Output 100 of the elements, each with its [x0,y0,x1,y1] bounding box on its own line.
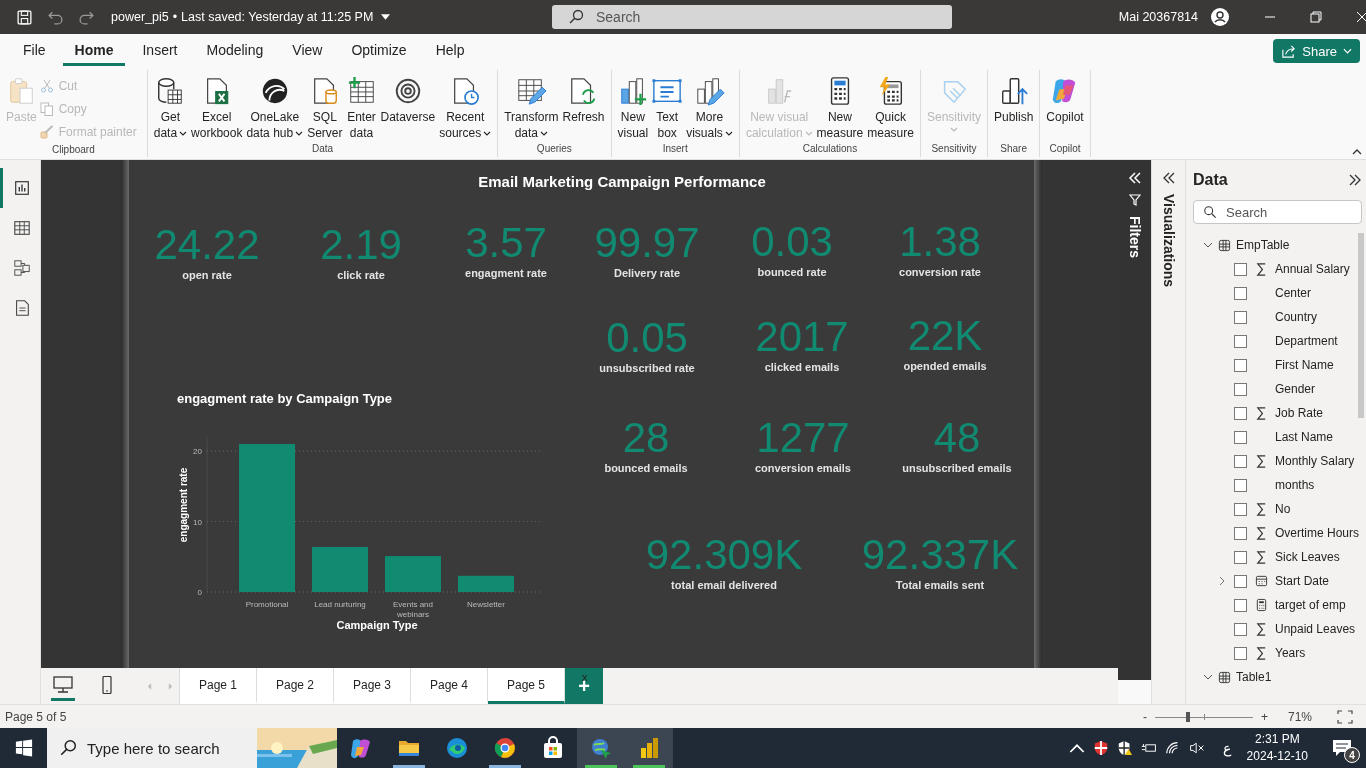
field-name[interactable]: months [1275,478,1315,492]
shield-icon[interactable] [1092,740,1109,756]
field-name[interactable]: Department [1275,334,1338,348]
checkbox[interactable] [1234,478,1247,492]
zoom-out-button[interactable]: - [1138,709,1151,724]
ribbon-button[interactable]: Refresh [560,70,607,144]
menu-tab[interactable]: View [280,36,335,66]
menu-tab[interactable]: Modeling [194,36,276,66]
kpi-value: 92.309K [644,533,804,577]
caret-icon[interactable] [381,14,391,20]
collapse-ribbon-icon[interactable] [1352,149,1362,155]
ribbon-button[interactable]: Quick measure [865,70,916,144]
kpi-value: 1277 [755,416,851,460]
page-tab[interactable]: Page 3 [334,668,411,704]
table-name[interactable]: EmpTable [1236,238,1290,252]
field-name[interactable]: Monthly Salary [1275,454,1355,468]
checkbox[interactable] [1234,262,1247,276]
field-name[interactable]: Overtime Hours [1275,526,1360,540]
ribbon-button[interactable]: Copilot [1044,70,1086,144]
start-icon[interactable] [15,739,33,757]
checkbox[interactable] [1234,502,1247,516]
ribbon-button[interactable]: Get data [151,70,190,144]
field-name[interactable]: First Name [1275,358,1334,372]
checkbox[interactable] [1234,382,1247,396]
ribbon-button[interactable]: Text box [650,70,685,144]
zoom-slider[interactable] [1154,710,1253,723]
field-name[interactable]: Gender [1275,382,1316,396]
share-button[interactable]: Share [1273,39,1360,63]
zoom-in-button[interactable]: + [1256,709,1272,724]
checkbox[interactable] [1234,358,1247,372]
menu-tab[interactable]: Help [423,36,477,66]
checkbox[interactable] [1234,454,1247,468]
search-field[interactable]: Type here to search [47,728,257,768]
field-name[interactable]: Annual Salary [1275,262,1350,276]
field-name[interactable]: Start Date [1275,574,1330,588]
chevron-down-icon[interactable] [1203,240,1213,250]
save-icon[interactable] [16,8,33,26]
checkbox[interactable] [1234,430,1247,444]
ribbon-button[interactable]: More visuals [684,70,735,144]
checkbox[interactable] [1234,574,1247,588]
language-indicator[interactable]: ع [1222,740,1231,756]
ribbon-button[interactable]: Transform data [502,70,561,144]
clock-date[interactable]: 2024-12-10 [1246,748,1308,765]
chevron-right-icon[interactable] [1217,576,1227,586]
search-field[interactable]: Search [552,5,952,29]
checkbox[interactable] [1234,622,1247,636]
field-name[interactable]: Sick Leaves [1275,550,1340,564]
taskbar-app[interactable] [625,728,673,768]
bar[interactable] [312,546,368,592]
field-name[interactable]: Last Name [1275,430,1334,444]
page-tab[interactable]: Page 2 [257,668,334,704]
restore-icon[interactable] [1310,11,1322,23]
ribbon-button[interactable]: Excel workbook [189,70,245,144]
shield-warning-icon[interactable] [1116,740,1133,756]
expand-icon[interactable] [1348,174,1362,186]
menu-tab[interactable]: Optimize [339,36,419,66]
volume-muted-icon[interactable] [1188,740,1205,756]
page-tab[interactable]: Page 5 [488,668,565,704]
ribbon-button[interactable]: Publish [992,70,1036,144]
file-name: power_pi5 [111,10,169,24]
fit-page-icon[interactable] [1336,709,1354,724]
field-name[interactable]: Country [1275,310,1318,324]
ribbon-button[interactable]: New measure [814,70,866,144]
checkbox[interactable] [1234,310,1247,324]
collapse-icon[interactable] [1161,172,1176,184]
clock-time[interactable]: 2:31 PM [1254,731,1300,748]
field-name[interactable]: target of emp [1275,598,1346,612]
field-name[interactable]: Center [1275,286,1312,300]
checkbox[interactable] [1234,646,1247,660]
ribbon-button[interactable]: Dataverse [378,70,438,144]
ribbon-button[interactable]: Enter data [344,70,379,144]
checkbox[interactable] [1234,286,1247,300]
table-name[interactable]: Table1 [1236,670,1272,684]
ribbon-button[interactable]: New visual [615,70,651,144]
ribbon-button[interactable]: OneLake data hub [244,70,306,144]
ribbon-group-label: Share [999,143,1028,157]
page-tab[interactable]: Page 4 [411,668,488,704]
checkbox[interactable] [1234,526,1247,540]
chevron-down-icon[interactable] [1203,672,1213,682]
field-name[interactable]: Years [1275,646,1306,660]
filters-pane[interactable]: Filters [1118,160,1151,680]
checkbox[interactable] [1234,598,1247,612]
close-icon[interactable] [1356,11,1366,23]
store-bag-icon [541,736,565,760]
menu-tab[interactable]: File [11,36,58,66]
field-name[interactable]: Job Rate [1275,406,1324,420]
ribbon-button[interactable]: Recent sources [437,70,494,144]
sigma-icon [1255,501,1268,516]
search-field[interactable]: Search [1193,200,1362,224]
checkbox[interactable] [1234,334,1247,348]
avatar-icon[interactable] [1210,7,1230,27]
slider-thumb[interactable] [1186,711,1191,722]
checkbox[interactable] [1234,550,1247,564]
ribbon-button[interactable]: SQL Server [305,70,345,144]
visualizations-pane[interactable]: Visualizations [1151,160,1185,704]
page-tab[interactable]: Page 1 [180,668,257,704]
menu-tab[interactable]: Insert [130,36,190,66]
checkbox[interactable] [1234,406,1247,420]
field-name[interactable]: Unpaid Leaves [1275,622,1356,636]
field-name[interactable]: No [1275,502,1291,516]
